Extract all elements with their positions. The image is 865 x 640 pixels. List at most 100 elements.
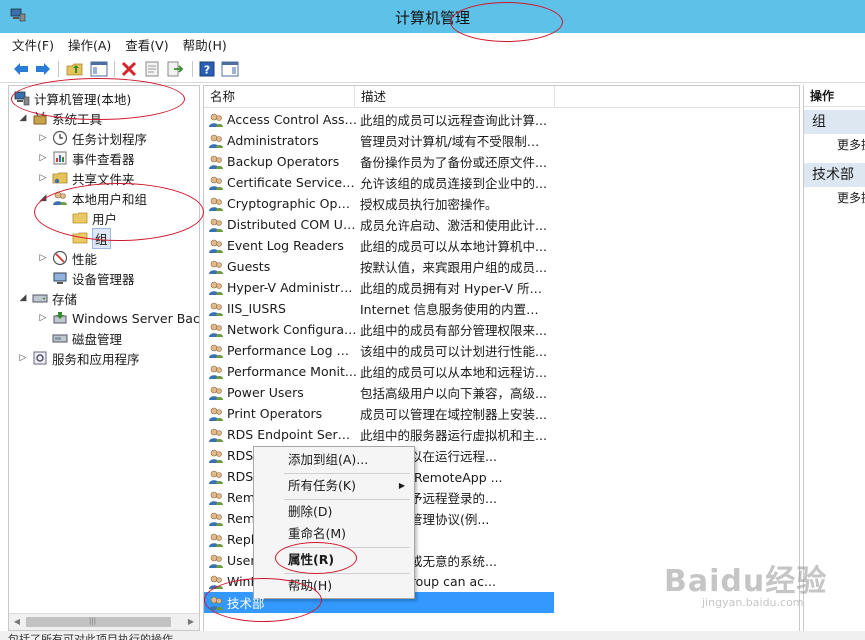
table-row[interactable]: Power Users 包括高级用户以向下兼容，高级... (204, 382, 799, 403)
scroll-right-arrow-icon[interactable]: ▶ (183, 614, 199, 630)
tree-item-services-apps[interactable]: ▷ 服务和应用程序 (17, 348, 140, 368)
forward-arrow-icon[interactable] (34, 60, 52, 78)
table-row[interactable]: Network Configurat... 此组中的成员有部分管理权限来... (204, 319, 799, 340)
table-row[interactable]: Distributed COM Us... 成员允许启动、激活和使用此计... (204, 214, 799, 235)
table-row[interactable]: Administrators 管理员对计算机/域有不受限制的... (204, 130, 799, 151)
expand-arrow-icon[interactable]: ▷ (37, 253, 49, 263)
collapse-arrow-icon[interactable]: ◢ (37, 193, 49, 203)
group-name: Performance Monit... (227, 364, 357, 379)
table-row[interactable]: Access Control Assi... 此组的成员可以远程查询此计算... (204, 109, 799, 130)
up-folder-icon[interactable] (66, 60, 84, 78)
tree-item-system-tools[interactable]: ◢ 系统工具 (17, 108, 102, 128)
group-icon (209, 386, 223, 400)
group-name: IIS_IUSRS (227, 301, 286, 316)
group-icon (209, 533, 223, 547)
table-row[interactable]: Performance Log U... 该组中的成员可以计划进行性能... (204, 340, 799, 361)
group-description: 备份操作员为了备份或还原文件... (360, 155, 547, 170)
group-name: 技术部 (227, 596, 265, 611)
console-tree[interactable]: 计算机管理(本地) ◢ 系统工具 ▷ 任务计划程序 ▷ 事件查看器 ▷ 共享文件… (8, 85, 200, 631)
tree-item-windows-server-backup[interactable]: ▷ Windows Server Back (37, 308, 199, 328)
group-name: Access Control Assi... (227, 112, 357, 127)
tree-item-local-users-groups[interactable]: ◢ 本地用户和组 (37, 188, 147, 208)
show-tree-icon[interactable] (90, 60, 108, 78)
menu-view[interactable]: 查看(V) (125, 35, 168, 54)
column-header-description[interactable]: 描述 (355, 86, 555, 108)
list-header: 名称 描述 (204, 86, 799, 108)
menu-item-properties[interactable]: 属性(R) (254, 549, 414, 571)
context-menu: 添加到组(A)... 所有任务(K) ▶ 删除(D) 重命名(M) 属性(R) … (253, 446, 415, 599)
group-description: 包括高级用户以向下兼容，高级... (360, 386, 547, 401)
expand-arrow-icon[interactable]: ▷ (17, 353, 29, 363)
tree-item-disk-management[interactable]: 磁盘管理 (37, 328, 122, 348)
group-icon (209, 323, 223, 337)
group-icon (209, 407, 223, 421)
menu-help[interactable]: 帮助(H) (183, 35, 227, 54)
collapse-arrow-icon[interactable]: ◢ (17, 293, 29, 303)
group-description: Internet 信息服务使用的内置组。 (360, 302, 550, 317)
menu-item-all-tasks[interactable]: 所有任务(K) ▶ (254, 475, 414, 497)
scroll-left-arrow-icon[interactable]: ◀ (9, 614, 25, 630)
help-icon[interactable]: ? (198, 60, 216, 78)
title-bar: 计算机管理 (0, 0, 865, 33)
table-row[interactable]: Print Operators 成员可以管理在域控制器上安装... (204, 403, 799, 424)
menu-file[interactable]: 文件(F) (12, 35, 54, 54)
expand-arrow-icon[interactable]: ▷ (37, 173, 49, 183)
expand-arrow-icon[interactable]: ▷ (37, 133, 49, 143)
menu-item-add-to-group[interactable]: 添加到组(A)... (254, 449, 414, 471)
table-row[interactable]: Guests 按默认值，来宾跟用户组的成员... (204, 256, 799, 277)
table-row[interactable]: Backup Operators 备份操作员为了备份或还原文件... (204, 151, 799, 172)
tree-item-performance[interactable]: ▷ 性能 (37, 248, 97, 268)
group-description: 管理员对计算机/域有不受限制的... (360, 134, 550, 149)
expand-arrow-icon[interactable]: ▷ (37, 153, 49, 163)
tree-item-groups[interactable]: 组 (57, 227, 111, 249)
performance-icon (52, 250, 68, 266)
show-action-pane-icon[interactable] (221, 60, 239, 78)
tree-horizontal-scrollbar[interactable]: ◀ ||| ▶ (9, 613, 199, 630)
actions-more-selected[interactable]: 更多操 (837, 188, 865, 208)
scrollbar-thumb[interactable] (26, 617, 171, 627)
tree-item-root[interactable]: 计算机管理(本地) (11, 88, 131, 108)
collapse-arrow-icon[interactable]: ◢ (17, 113, 29, 123)
tree-item-shared-folders[interactable]: ▷ 共享文件夹 (37, 168, 135, 188)
group-name: Network Configurat... (227, 322, 357, 337)
export-icon[interactable] (166, 60, 184, 78)
table-row[interactable]: Cryptographic Oper... 授权成员执行加密操作。 (204, 193, 799, 214)
group-description: 成员允许启动、激活和使用此计... (360, 218, 547, 233)
services-icon (33, 351, 47, 365)
menu-action[interactable]: 操作(A) (68, 35, 111, 54)
menu-item-rename[interactable]: 重命名(M) (254, 523, 414, 545)
tree-item-users[interactable]: 用户 (57, 208, 117, 228)
group-icon (209, 197, 223, 211)
group-description: 允许该组的成员连接到企业中的... (360, 176, 547, 191)
delete-icon[interactable] (120, 60, 138, 78)
table-row[interactable]: IIS_IUSRS Internet 信息服务使用的内置组。 (204, 298, 799, 319)
back-arrow-icon[interactable] (12, 60, 30, 78)
table-row[interactable]: Performance Monit... 此组的成员可以从本地和远程访... (204, 361, 799, 382)
tree-item-device-manager[interactable]: 设备管理器 (37, 268, 135, 288)
group-icon (209, 554, 223, 568)
tree-item-event-viewer[interactable]: ▷ 事件查看器 (37, 148, 135, 168)
submenu-arrow-icon: ▶ (398, 481, 405, 490)
group-name: Distributed COM Us... (227, 217, 357, 232)
computer-management-icon (14, 91, 30, 106)
tree-item-storage[interactable]: ◢ 存储 (17, 288, 77, 308)
group-name: Performance Log U... (227, 343, 357, 358)
actions-section-groups[interactable]: 组 (804, 110, 865, 134)
backup-icon (53, 312, 67, 324)
group-name: Administrators (227, 133, 319, 148)
menu-item-delete[interactable]: 删除(D) (254, 501, 414, 523)
tree-item-task-scheduler[interactable]: ▷ 任务计划程序 (37, 128, 147, 148)
properties-icon[interactable] (143, 60, 161, 78)
status-bar: 包括了所有可对此项目执行的操作。 (0, 631, 865, 640)
window-title: 计算机管理 (394, 9, 470, 27)
table-row[interactable]: Event Log Readers 此组的成员可以从本地计算机中... (204, 235, 799, 256)
table-row[interactable]: RDS Endpoint Serve... 此组中的服务器运行虚拟机和主... (204, 424, 799, 445)
expand-arrow-icon[interactable]: ▷ (37, 313, 49, 323)
actions-more-groups[interactable]: 更多操 (837, 135, 865, 155)
actions-section-selected[interactable]: 技术部 (804, 163, 865, 187)
column-header-name[interactable]: 名称 (204, 86, 355, 108)
table-row[interactable]: Hyper-V Administra... 此组的成员拥有对 Hyper-V 所有… (204, 277, 799, 298)
table-row[interactable]: Certificate Service D... 允许该组的成员连接到企业中的..… (204, 172, 799, 193)
group-name: Cryptographic Oper... (227, 196, 357, 211)
clock-icon (52, 130, 68, 146)
